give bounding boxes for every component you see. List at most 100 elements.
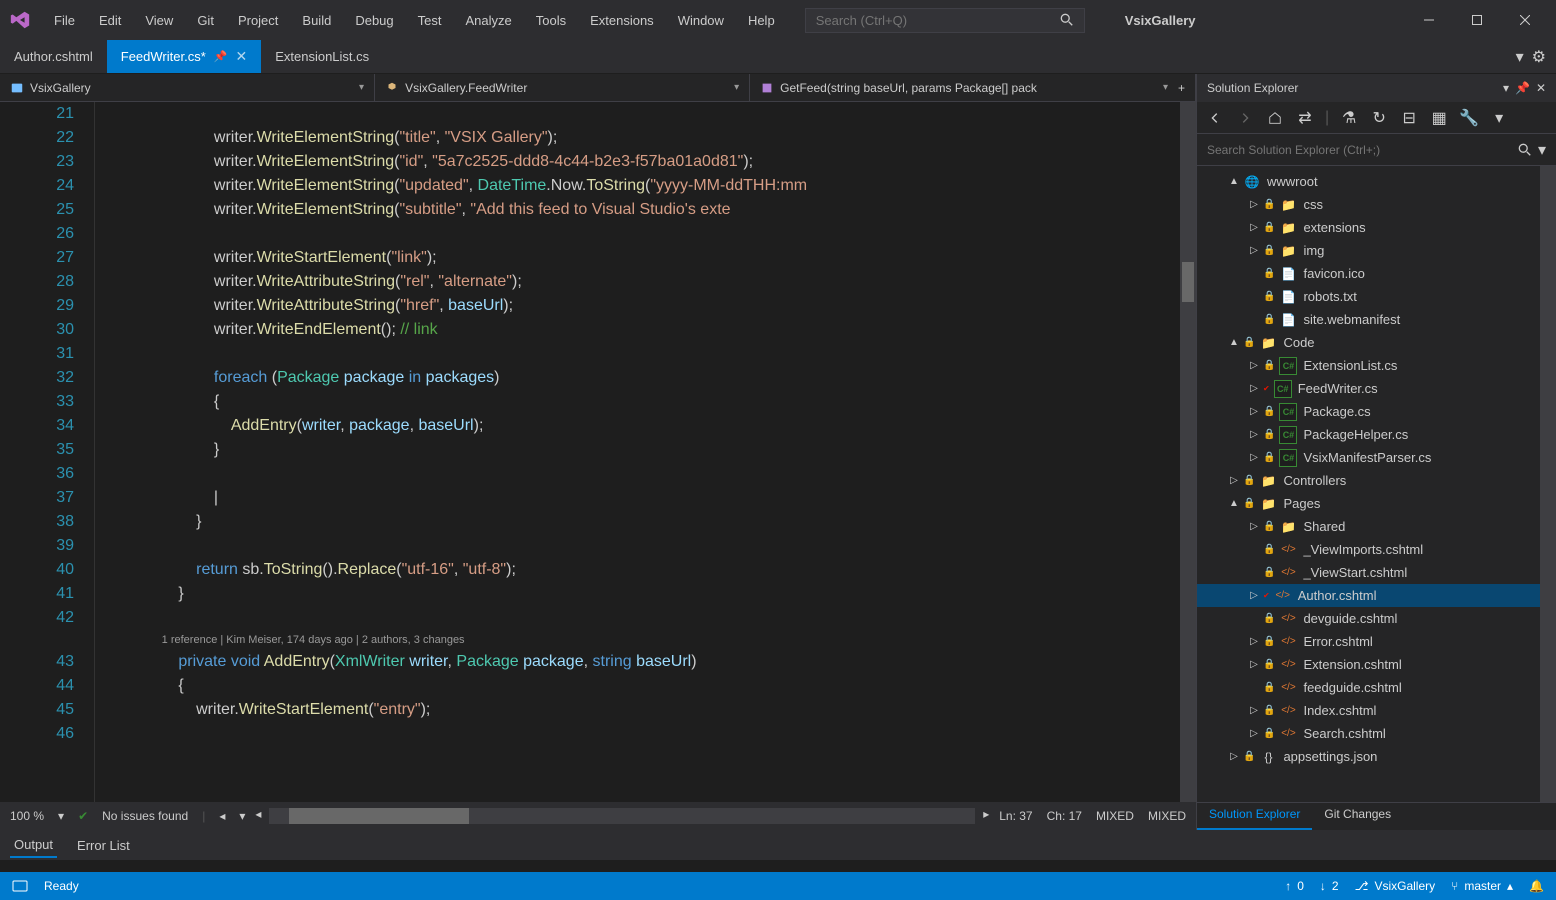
back-icon[interactable] <box>1205 108 1225 128</box>
expand-icon[interactable]: ▷ <box>1247 383 1261 394</box>
code-line[interactable]: } <box>125 582 1196 606</box>
minimize-button[interactable] <box>1406 4 1452 36</box>
expand-icon[interactable]: ▷ <box>1227 475 1241 486</box>
expand-icon[interactable]: ▷ <box>1247 521 1261 532</box>
search-icon[interactable] <box>1518 143 1532 157</box>
tab-settings-icon[interactable]: ⚙ <box>1532 47 1546 67</box>
code-editor[interactable]: 2122232425262728293031323334353637383940… <box>0 102 1196 802</box>
tree-item[interactable]: ▷🔒C#Package.cs <box>1197 400 1556 423</box>
tree-item[interactable]: ▷🔒C#ExtensionList.cs <box>1197 354 1556 377</box>
expand-icon[interactable]: ▷ <box>1247 429 1261 440</box>
document-tab[interactable]: ExtensionList.cs <box>261 40 383 73</box>
expand-icon[interactable]: ▷ <box>1247 199 1261 210</box>
tree-item[interactable]: 🔒</>devguide.cshtml <box>1197 607 1556 630</box>
upload-status[interactable]: ↑ 0 <box>1285 879 1304 893</box>
code-line[interactable]: writer.WriteEndElement(); // link <box>125 318 1196 342</box>
code-line[interactable]: AddEntry(writer, package, baseUrl); <box>125 414 1196 438</box>
document-tab[interactable]: FeedWriter.cs*📌✕ <box>107 40 261 73</box>
expand-icon[interactable]: ▷ <box>1247 452 1261 463</box>
tree-item[interactable]: ▷🔒</>Error.cshtml <box>1197 630 1556 653</box>
expand-icon[interactable]: ▲ <box>1227 176 1241 187</box>
tree-item[interactable]: ▷🔒</>Extension.cshtml <box>1197 653 1556 676</box>
code-line[interactable]: { <box>125 390 1196 414</box>
breadcrumb-class[interactable]: VsixGallery.FeedWriter ▾ <box>375 74 750 101</box>
menu-help[interactable]: Help <box>738 7 785 34</box>
notifications-icon[interactable]: 🔔 <box>1529 879 1544 893</box>
expand-icon[interactable]: ▷ <box>1247 360 1261 371</box>
code-line[interactable]: return sb.ToString().Replace("utf-16", "… <box>125 558 1196 582</box>
expand-icon[interactable]: ▷ <box>1247 406 1261 417</box>
code-line[interactable]: writer.WriteStartElement("link"); <box>125 246 1196 270</box>
tree-item[interactable]: ▷✔</>Author.cshtml <box>1197 584 1556 607</box>
show-all-files-icon[interactable]: ▦ <box>1429 108 1449 128</box>
expand-icon[interactable]: ▷ <box>1247 222 1261 233</box>
code-line[interactable]: writer.WriteStartElement("entry"); <box>125 698 1196 722</box>
expand-icon[interactable]: ▲ <box>1227 498 1241 509</box>
add-icon[interactable]: + <box>1178 81 1185 95</box>
code-line[interactable]: writer.WriteAttributeString("href", base… <box>125 294 1196 318</box>
code-line[interactable]: writer.WriteAttributeString("rel", "alte… <box>125 270 1196 294</box>
expand-icon[interactable]: ▷ <box>1247 659 1261 670</box>
code-line[interactable] <box>125 462 1196 486</box>
expand-icon[interactable]: ▷ <box>1227 751 1241 762</box>
code-line[interactable] <box>125 222 1196 246</box>
codelens[interactable]: 1 reference | Kim Meiser, 174 days ago |… <box>125 630 1196 650</box>
zoom-dropdown-icon[interactable]: ▾ <box>58 809 64 823</box>
tree-item[interactable]: ▷🔒📁extensions <box>1197 216 1556 239</box>
expand-icon[interactable]: ▷ <box>1247 728 1261 739</box>
tree-item[interactable]: 🔒📄favicon.ico <box>1197 262 1556 285</box>
menu-window[interactable]: Window <box>668 7 734 34</box>
forward-icon[interactable] <box>1235 108 1255 128</box>
code-line[interactable]: writer.WriteElementString("id", "5a7c252… <box>125 150 1196 174</box>
code-line[interactable] <box>125 534 1196 558</box>
code-line[interactable] <box>125 606 1196 630</box>
tree-item[interactable]: ▷🔒📁Shared <box>1197 515 1556 538</box>
code-line[interactable] <box>125 342 1196 366</box>
tree-item[interactable]: ▷✔C#FeedWriter.cs <box>1197 377 1556 400</box>
maximize-button[interactable] <box>1454 4 1500 36</box>
repo-status[interactable]: ⎇ VsixGallery <box>1355 879 1436 893</box>
code-line[interactable]: } <box>125 438 1196 462</box>
menu-test[interactable]: Test <box>408 7 452 34</box>
refresh-icon[interactable]: ↻ <box>1369 108 1389 128</box>
tab-overflow-icon[interactable]: ▾ <box>1516 47 1524 67</box>
code-content[interactable]: writer.WriteElementString("title", "VSIX… <box>115 102 1196 802</box>
solution-tree[interactable]: ▲🌐wwwroot▷🔒📁css▷🔒📁extensions▷🔒📁img🔒📄favi… <box>1197 166 1556 802</box>
menu-debug[interactable]: Debug <box>345 7 403 34</box>
close-button[interactable] <box>1502 4 1548 36</box>
tree-item[interactable]: ▷🔒</>Search.cshtml <box>1197 722 1556 745</box>
breadcrumb-project[interactable]: VsixGallery ▾ <box>0 74 375 101</box>
expand-icon[interactable]: ▲ <box>1227 337 1241 348</box>
search-input[interactable] <box>816 13 1052 28</box>
menu-extensions[interactable]: Extensions <box>580 7 664 34</box>
menu-git[interactable]: Git <box>187 7 224 34</box>
zoom-level[interactable]: 100 % <box>10 809 44 823</box>
global-search[interactable] <box>805 8 1085 33</box>
menu-edit[interactable]: Edit <box>89 7 131 34</box>
panel-tab[interactable]: Solution Explorer <box>1197 803 1312 830</box>
pin-icon[interactable]: 📌 <box>214 50 228 63</box>
menu-tools[interactable]: Tools <box>526 7 576 34</box>
fold-column[interactable] <box>95 102 115 802</box>
tree-item[interactable]: 🔒</>feedguide.cshtml <box>1197 676 1556 699</box>
issues-label[interactable]: No issues found <box>102 809 188 823</box>
solution-explorer-search[interactable]: ▾ <box>1197 134 1556 166</box>
horizontal-scrollbar[interactable]: ◂ ▸ <box>269 808 975 824</box>
tree-item[interactable]: ▲🌐wwwroot <box>1197 170 1556 193</box>
code-line[interactable] <box>125 102 1196 126</box>
tree-item[interactable]: ▷🔒{}appsettings.json <box>1197 745 1556 768</box>
code-line[interactable]: writer.WriteElementString("title", "VSIX… <box>125 126 1196 150</box>
panel-tab[interactable]: Git Changes <box>1312 803 1403 830</box>
close-icon[interactable]: ✕ <box>235 48 247 65</box>
scroll-thumb[interactable] <box>1182 262 1194 302</box>
code-line[interactable]: | <box>125 486 1196 510</box>
code-line[interactable]: } <box>125 510 1196 534</box>
bottom-tab[interactable]: Error List <box>73 834 134 857</box>
tree-item[interactable]: ▷🔒C#PackageHelper.cs <box>1197 423 1556 446</box>
code-line[interactable]: writer.WriteElementString("updated", Dat… <box>125 174 1196 198</box>
download-status[interactable]: ↓ 2 <box>1320 879 1339 893</box>
scroll-right-icon[interactable]: ▸ <box>983 807 989 821</box>
tree-item[interactable]: ▷🔒📁css <box>1197 193 1556 216</box>
panel-pin-icon[interactable]: 📌 <box>1515 81 1530 95</box>
expand-icon[interactable]: ▷ <box>1247 245 1261 256</box>
